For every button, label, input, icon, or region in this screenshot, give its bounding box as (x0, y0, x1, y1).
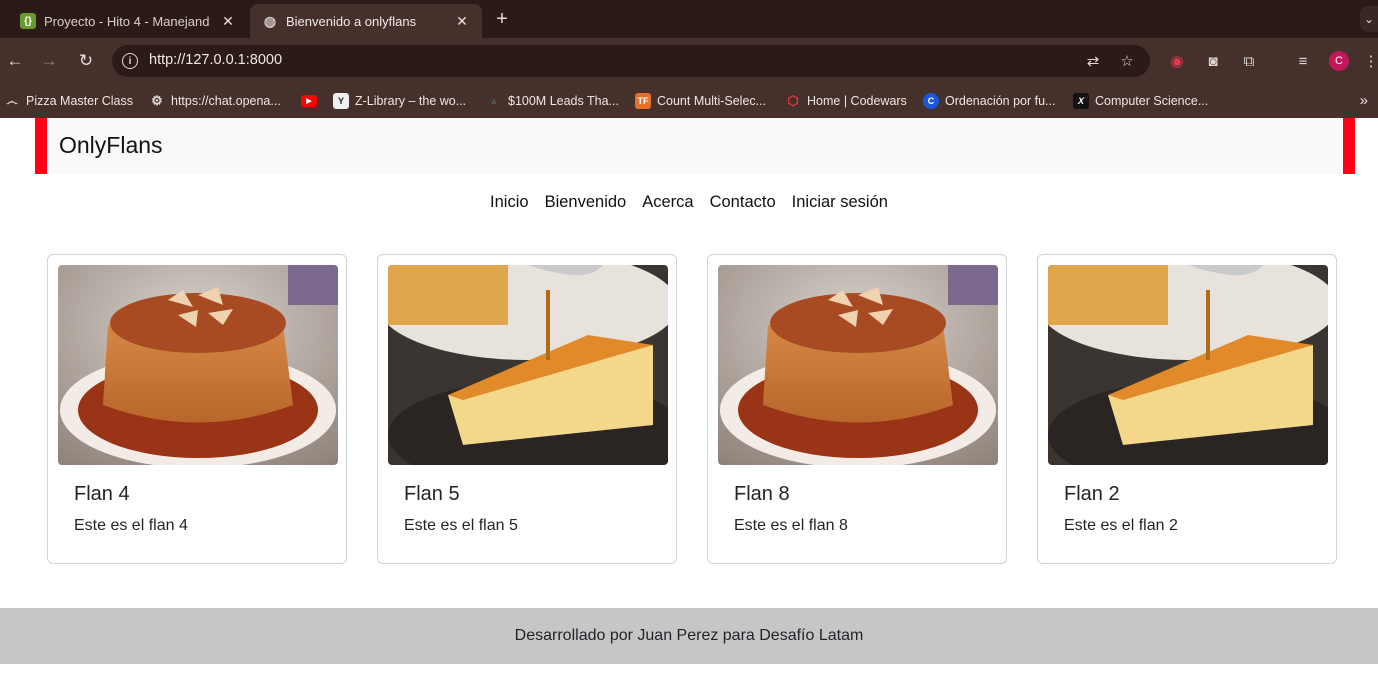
mustache-icon: ෴ (6, 93, 18, 108)
card-text: Este es el flan 5 (404, 517, 518, 534)
bookmark-label: Pizza Master Class (26, 94, 133, 108)
flan-card[interactable]: Flan 2 Este es el flan 2 (1037, 254, 1337, 564)
flan-card[interactable]: Flan 5 Este es el flan 5 (377, 254, 677, 564)
bookmark-label: $100M Leads Tha... (508, 94, 619, 108)
triangle-icon: ▲ (489, 95, 499, 107)
bookmark-item[interactable]: TF Count Multi-Selec... (635, 93, 766, 109)
menu-icon[interactable]: ⋮ (1364, 50, 1378, 72)
bookmark-label: Home | Codewars (807, 94, 907, 108)
browser-toolbar: ← → ↻ i http://127.0.0.1:8000 ⇄ ☆ ◉ ◙ ⧉ … (0, 38, 1378, 84)
flan-image (388, 265, 668, 465)
tab-title: Proyecto - Hito 4 - Manejand (44, 13, 210, 29)
card-title: Flan 5 (404, 483, 460, 505)
back-icon[interactable]: ← (4, 50, 26, 72)
zlibrary-icon: Y (333, 93, 349, 109)
bookmark-item[interactable]: ෴ Pizza Master Class (4, 93, 133, 109)
main-nav: Inicio Bienvenido Acerca Contacto Inicia… (0, 193, 1378, 212)
card-title: Flan 8 (734, 483, 790, 505)
media-queue-icon[interactable]: ≡ (1292, 50, 1314, 72)
nav-bienvenido[interactable]: Bienvenido (545, 193, 627, 212)
tab-bar: {} Proyecto - Hito 4 - Manejand ✕ ◍ Bien… (0, 0, 1378, 38)
codewars-icon: ⬡ (787, 93, 799, 108)
bookmark-label: https://chat.opena... (171, 94, 281, 108)
nav-inicio[interactable]: Inicio (490, 193, 529, 212)
bookmark-label: Computer Science... (1095, 94, 1209, 108)
bookmark-item[interactable]: X Computer Science... (1073, 93, 1208, 109)
record-icon[interactable]: ◉ (1166, 50, 1188, 72)
youtube-icon: ▶ (301, 95, 317, 107)
bookmark-item[interactable]: ▶ (301, 93, 323, 109)
forward-icon[interactable]: → (38, 50, 60, 72)
card-text: Este es el flan 8 (734, 517, 848, 534)
reload-icon[interactable]: ↻ (75, 50, 97, 72)
translate-icon[interactable]: ⇄ (1084, 52, 1102, 70)
bookmark-label: Ordenación por fu... (945, 94, 1056, 108)
x-icon: X (1073, 93, 1089, 109)
avatar[interactable]: C (1329, 51, 1349, 71)
flan-card[interactable]: Flan 8 Este es el flan 8 (707, 254, 1007, 564)
flan-image (718, 265, 998, 465)
globe-icon: ◍ (263, 12, 277, 29)
nav-contacto[interactable]: Contacto (710, 193, 776, 212)
code-brackets-icon: {} (20, 13, 36, 29)
openai-icon: ⚙ (151, 93, 163, 108)
close-icon[interactable]: ✕ (220, 13, 236, 30)
bookmarks-bar: ෴ Pizza Master Class ⚙ https://chat.open… (0, 84, 1378, 118)
flan-card[interactable]: Flan 4 Este es el flan 4 (47, 254, 347, 564)
bookmark-label: Count Multi-Selec... (657, 94, 767, 108)
extensions-icon[interactable]: ⧉ (1238, 50, 1260, 72)
bookmark-item[interactable]: ▲ $100M Leads Tha... (486, 93, 619, 109)
camera-icon[interactable]: ◙ (1202, 50, 1224, 72)
bookmark-star-icon[interactable]: ☆ (1118, 52, 1136, 70)
nav-iniciar-sesion[interactable]: Iniciar sesión (792, 193, 888, 212)
bookmark-label: Z-Library – the wo... (355, 94, 467, 108)
address-bar[interactable]: i http://127.0.0.1:8000 ⇄ ☆ (112, 45, 1150, 77)
tab-title: Bienvenido a onlyflans (286, 13, 417, 29)
c-icon: C (923, 93, 939, 109)
tab-proyecto[interactable]: {} Proyecto - Hito 4 - Manejand ✕ (8, 4, 248, 38)
page-content: OnlyFlans Inicio Bienvenido Acerca Conta… (0, 118, 1378, 698)
tab-onlyflans[interactable]: ◍ Bienvenido a onlyflans ✕ (250, 4, 482, 38)
tf-icon: TF (635, 93, 651, 109)
close-icon[interactable]: ✕ (454, 13, 470, 30)
flan-image (1048, 265, 1328, 465)
nav-acerca[interactable]: Acerca (642, 193, 693, 212)
brand-logo-text[interactable]: OnlyFlans (59, 132, 163, 159)
more-bookmarks-icon[interactable]: » (1360, 92, 1368, 109)
url-text: http://127.0.0.1:8000 (149, 52, 283, 68)
site-info-icon[interactable]: i (122, 53, 138, 69)
flan-image (58, 265, 338, 465)
bookmark-item[interactable]: C Ordenación por fu... (923, 93, 1055, 109)
card-title: Flan 4 (74, 483, 130, 505)
header-bar: OnlyFlans (35, 118, 1355, 174)
footer: Desarrollado por Juan Perez para Desafío… (0, 608, 1378, 664)
new-tab-icon[interactable]: + (492, 8, 512, 31)
bookmark-item[interactable]: ⚙ https://chat.opena... (149, 93, 281, 109)
card-title: Flan 2 (1064, 483, 1120, 505)
card-text: Este es el flan 2 (1064, 517, 1178, 534)
bookmark-item[interactable]: ⬡ Home | Codewars (785, 93, 907, 109)
tab-search-icon[interactable]: ⌄ (1360, 6, 1378, 32)
bookmark-item[interactable]: Y Z-Library – the wo... (333, 93, 466, 109)
card-text: Este es el flan 4 (74, 517, 188, 534)
